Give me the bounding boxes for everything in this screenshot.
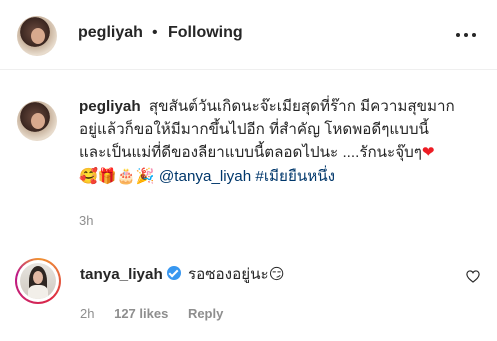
verified-badge-icon (166, 266, 181, 280)
post-caption: pegliyah สุขสันต์วันเกิดนะจ๊ะเมียสุดที่ร… (79, 96, 489, 188)
caption-text-line3: และเป็นแม่ที่ดีของลียาแบบนี้ตลอดไปนะ ...… (79, 144, 422, 161)
caption-text-line2: อยู่แล้วก็ขอให้มีมากขึ้นไปอีก ที่สำคัญ โ… (79, 120, 429, 138)
comment-emoji: 😏 (268, 265, 285, 283)
comment-text: รอซองอยู่นะ (187, 266, 269, 283)
hashtag-link[interactable]: #เมียยืนหนึ่ง (255, 168, 335, 185)
more-options-icon[interactable] (456, 27, 478, 43)
caption-timestamp[interactable]: 3h (79, 213, 93, 228)
comment-timestamp[interactable]: 2h (80, 306, 94, 321)
author-avatar[interactable] (17, 16, 57, 56)
commenter-username[interactable]: tanya_liyah (80, 266, 163, 283)
commenter-avatar-story-ring[interactable] (15, 258, 61, 304)
mention-link[interactable]: @tanya_liyah (159, 168, 251, 185)
author-username[interactable]: pegliyah (78, 24, 143, 42)
post-header: pegliyah • Following (0, 0, 497, 70)
comment: tanya_liyah รอซองอยู่นะ😏 (80, 264, 285, 285)
heart-emoji: ❤ (421, 143, 435, 161)
reply-button[interactable]: Reply (188, 306, 223, 321)
separator-dot: • (152, 24, 158, 41)
comment-meta: 2h 127 likes Reply (80, 306, 239, 321)
comment-likes[interactable]: 127 likes (114, 306, 168, 321)
commenter-avatar[interactable] (20, 263, 56, 299)
heart-outline-icon[interactable] (466, 270, 480, 283)
caption-text-line1: สุขสันต์วันเกิดนะจ๊ะเมียสุดที่ร๊าก มีควา… (148, 98, 455, 115)
following-button[interactable]: Following (168, 24, 243, 42)
caption-emojis: 🥰🎁🎂🎉 (79, 166, 155, 185)
caption-username[interactable]: pegliyah (79, 98, 141, 115)
caption-avatar[interactable] (17, 101, 57, 141)
